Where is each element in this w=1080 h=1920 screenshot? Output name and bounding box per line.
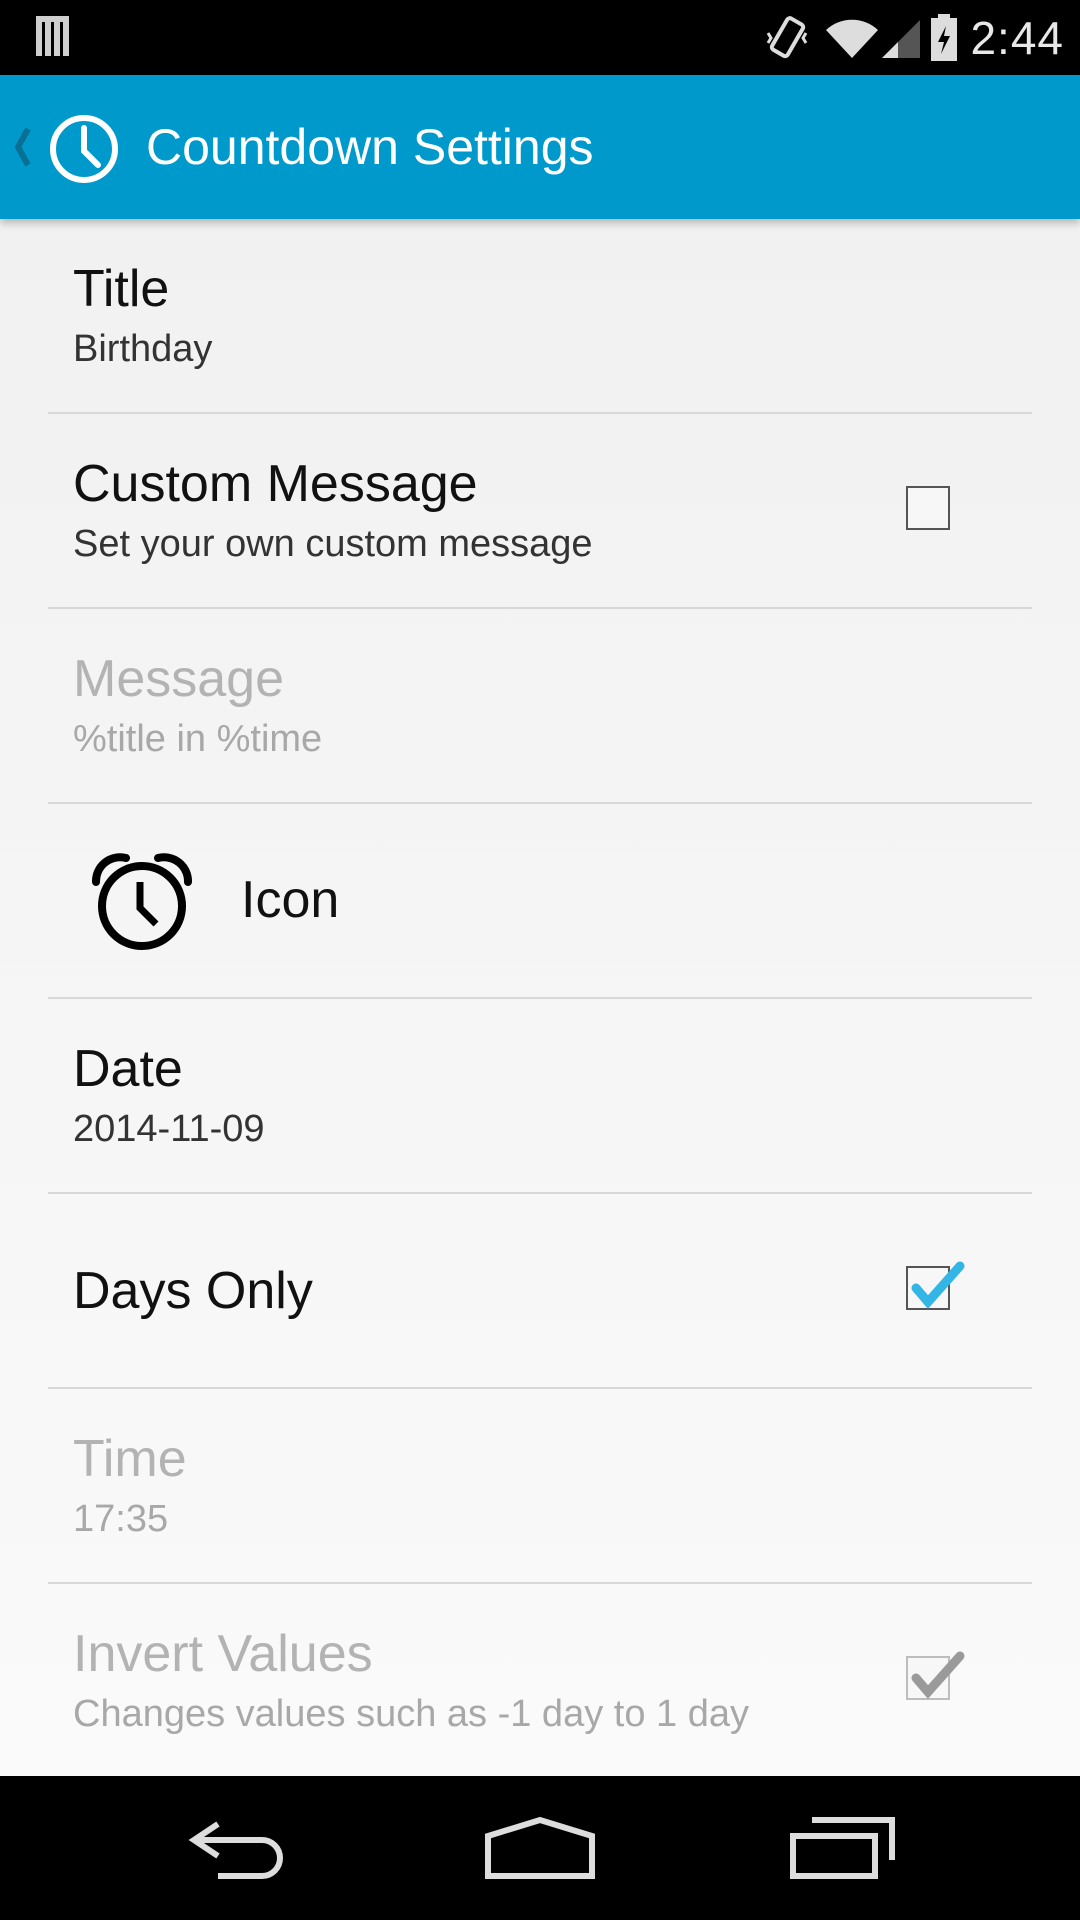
- vibrate-icon: [764, 13, 810, 63]
- pref-invert-values-label: Invert Values: [73, 1624, 373, 1683]
- pref-days-only[interactable]: Days Only: [48, 1194, 1032, 1389]
- pref-title[interactable]: Title Birthday: [48, 219, 1032, 414]
- pref-message-summary: %title in %time: [73, 717, 323, 760]
- back-icon[interactable]: [188, 1816, 292, 1885]
- pref-custom-message[interactable]: Custom Message Set your own custom messa…: [48, 414, 1032, 609]
- navigation-bar: [0, 1776, 1080, 1920]
- settings-list: Title Birthday Custom Message Set your o…: [0, 219, 1080, 1776]
- status-bar: 2:44: [0, 0, 1080, 75]
- pref-message: Message %title in %time: [48, 609, 1032, 804]
- recents-icon[interactable]: [790, 1816, 896, 1885]
- pref-date-label: Date: [73, 1039, 183, 1098]
- pref-time-label: Time: [73, 1429, 187, 1488]
- pref-icon-label: Icon: [241, 871, 340, 929]
- pref-invert-values-summary: Changes values such as -1 day to 1 day: [73, 1692, 749, 1735]
- pref-time: Time 17:35: [48, 1389, 1032, 1584]
- pref-invert-values: Invert Values Changes values such as -1 …: [48, 1584, 1032, 1776]
- invert-values-checkbox: [906, 1651, 965, 1700]
- cell-signal-icon: [880, 16, 922, 60]
- days-only-checkbox[interactable]: [906, 1261, 965, 1310]
- pref-time-summary: 17:35: [73, 1497, 169, 1540]
- status-clock: 2:44: [970, 11, 1064, 64]
- action-bar: Countdown Settings: [0, 75, 1080, 219]
- wifi-icon: [824, 16, 880, 60]
- pref-date[interactable]: Date 2014-11-09: [48, 999, 1032, 1194]
- pref-message-label: Message: [73, 649, 284, 708]
- checkmark-icon: [911, 1261, 965, 1309]
- pref-date-summary: 2014-11-09: [73, 1107, 265, 1150]
- pref-custom-message-summary: Set your own custom message: [73, 522, 593, 565]
- pref-icon[interactable]: Icon: [48, 804, 1032, 999]
- notification-bars-icon: [36, 16, 72, 63]
- pref-title-label: Title: [73, 259, 170, 318]
- pref-title-summary: Birthday: [73, 327, 213, 370]
- alarm-clock-icon: [86, 850, 198, 959]
- pref-days-only-label: Days Only: [73, 1261, 313, 1320]
- page-title: Countdown Settings: [146, 119, 594, 175]
- battery-charging-icon: [930, 13, 958, 62]
- pref-custom-message-label: Custom Message: [73, 454, 478, 513]
- clock-icon[interactable]: [48, 113, 120, 190]
- custom-message-checkbox[interactable]: [906, 486, 950, 530]
- home-icon[interactable]: [484, 1816, 596, 1885]
- checkmark-icon: [911, 1651, 965, 1699]
- up-navigation-icon[interactable]: [12, 127, 32, 172]
